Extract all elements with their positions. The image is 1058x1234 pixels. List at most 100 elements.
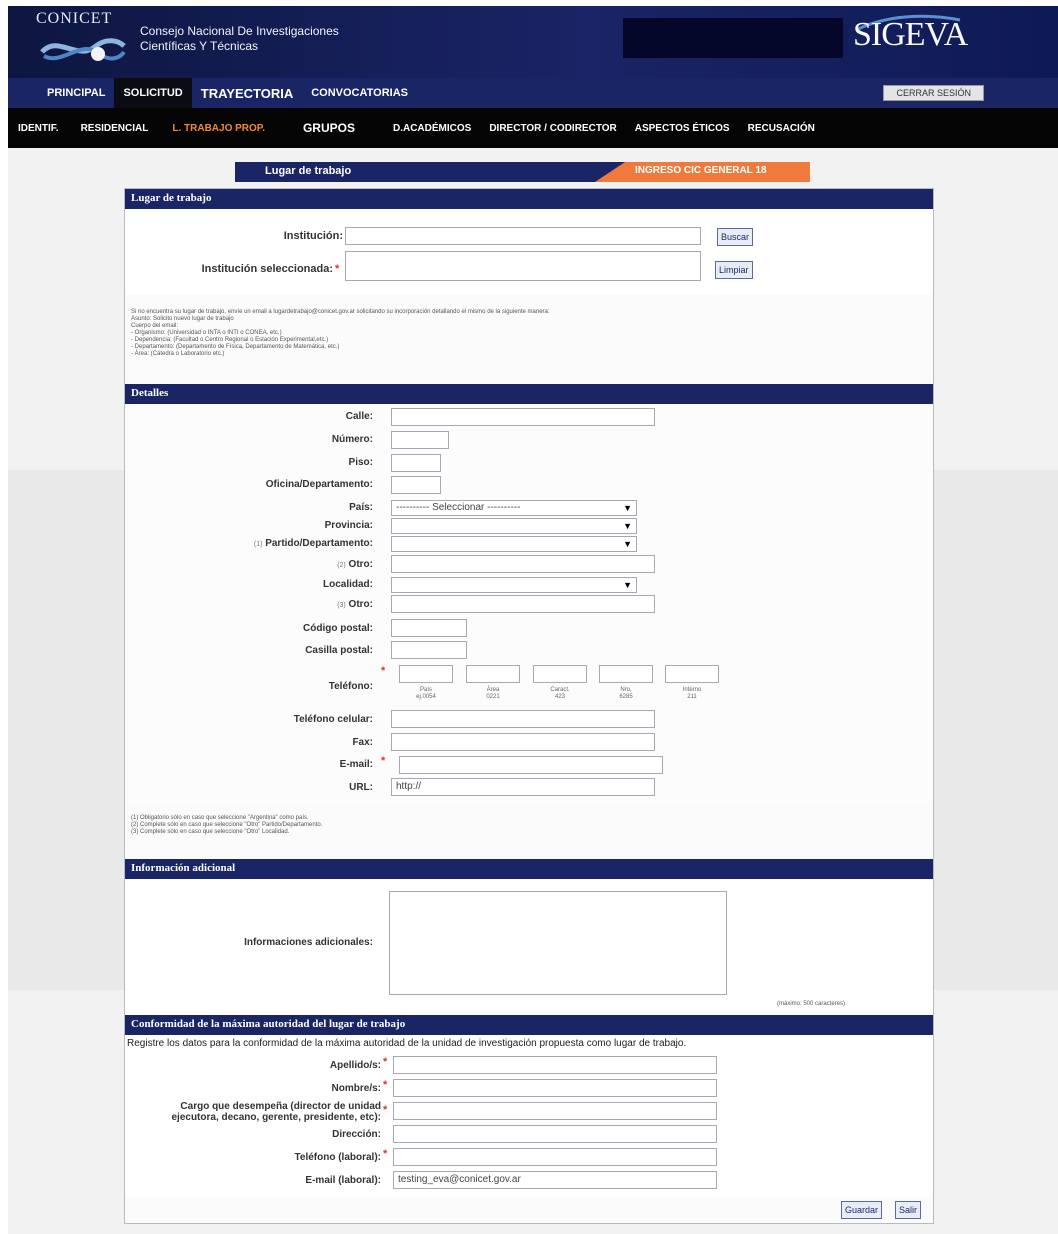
telefono-laboral-input[interactable] bbox=[393, 1148, 717, 1166]
pais-select[interactable]: ---------- Seleccionar ---------- ▼ bbox=[391, 500, 637, 516]
header-banner: CONICET Consejo Nacional De Investigacio… bbox=[8, 6, 1058, 78]
call-name: INGRESO CIC GENERAL 18 bbox=[635, 165, 767, 176]
info-adicional-label: Informaciones adicionales: bbox=[244, 937, 373, 948]
url-input[interactable]: http:// bbox=[391, 778, 655, 796]
conicet-logo-icon bbox=[40, 38, 126, 61]
form-panel: Lugar de trabajo Institución: Buscar Ins… bbox=[124, 188, 934, 1224]
apellidos-label: Apellido/s: bbox=[329, 1060, 381, 1071]
nombres-input[interactable] bbox=[393, 1079, 717, 1097]
tab-identificacion[interactable]: IDENTIF. bbox=[18, 123, 59, 134]
nav-principal[interactable]: PRINCIPAL bbox=[38, 78, 114, 108]
telefono-interno-input[interactable] bbox=[665, 665, 719, 683]
telefono-pais-input[interactable] bbox=[399, 665, 453, 683]
tab-director[interactable]: DIRECTOR / CODIRECTOR bbox=[489, 123, 616, 134]
piso-input[interactable] bbox=[391, 454, 441, 472]
otro-partido-input[interactable] bbox=[391, 555, 655, 573]
telefono-celular-input[interactable] bbox=[391, 710, 655, 728]
nav-solicitud[interactable]: SOLICITUD bbox=[114, 78, 192, 108]
limpiar-button[interactable]: Limpiar bbox=[715, 261, 753, 279]
detalles-footnotes: (1) Obligatorio sólo en caso que selecci… bbox=[131, 815, 323, 835]
localidad-select[interactable]: ▼ bbox=[391, 577, 637, 593]
direccion-input[interactable] bbox=[393, 1125, 717, 1143]
chevron-down-icon: ▼ bbox=[623, 503, 632, 513]
tab-recusacion[interactable]: RECUSACIÓN bbox=[748, 123, 815, 134]
tel-pais-hint: País ej.0054 bbox=[416, 687, 436, 700]
required-marker: * bbox=[383, 1148, 388, 1160]
calle-label: Calle: bbox=[345, 411, 373, 422]
tab-lugar-trabajo[interactable]: L. TRABAJO PROP. bbox=[172, 123, 265, 134]
otro-localidad-label: (3) Otro: bbox=[337, 599, 373, 610]
provincia-label: Provincia: bbox=[324, 520, 373, 531]
email-label: E-mail: bbox=[339, 759, 373, 770]
telefono-label: Teléfono: bbox=[328, 681, 373, 692]
lugar-help-note: Si no encuentra su lugar de trabajo, env… bbox=[131, 309, 550, 357]
telefono-laboral-label: Teléfono (laboral): bbox=[294, 1152, 381, 1163]
casilla-postal-input[interactable] bbox=[391, 641, 467, 659]
section-header-lugar: Lugar de trabajo bbox=[125, 189, 933, 209]
fax-label: Fax: bbox=[352, 737, 373, 748]
guardar-button[interactable]: Guardar bbox=[841, 1201, 883, 1219]
provincia-select[interactable]: ▼ bbox=[391, 518, 637, 534]
oficina-input[interactable] bbox=[391, 476, 441, 494]
organization-name: Consejo Nacional De Investigaciones Cien… bbox=[140, 24, 339, 53]
page-title: Lugar de trabajo bbox=[265, 165, 352, 177]
tab-grupos[interactable]: GRUPOS bbox=[303, 121, 355, 135]
telefono-area-input[interactable] bbox=[466, 665, 520, 683]
email-input[interactable] bbox=[399, 756, 663, 774]
telefono-celular-label: Teléfono celular: bbox=[293, 714, 373, 725]
casilla-postal-label: Casilla postal: bbox=[305, 645, 373, 656]
tab-academicos[interactable]: D.ACADÉMICOS bbox=[393, 123, 471, 134]
section-header-conformidad: Conformidad de la máxima autoridad del l… bbox=[125, 1015, 933, 1035]
nav-trayectoria[interactable]: TRAYECTORIA bbox=[192, 78, 302, 108]
fax-input[interactable] bbox=[391, 733, 655, 751]
partido-select[interactable]: ▼ bbox=[391, 536, 637, 552]
nombres-label: Nombre/s: bbox=[331, 1083, 381, 1094]
tel-caract-hint: Caract. 423 bbox=[550, 687, 570, 700]
calle-input[interactable] bbox=[391, 408, 655, 426]
max-chars-hint: (máximo: 500 caracteres) bbox=[777, 1001, 846, 1007]
tab-residencial[interactable]: RESIDENCIAL bbox=[81, 123, 149, 134]
buscar-button[interactable]: Buscar bbox=[717, 228, 754, 246]
required-marker: * bbox=[383, 1104, 388, 1116]
telefono-caract-input[interactable] bbox=[533, 665, 587, 683]
codigo-postal-input[interactable] bbox=[391, 619, 467, 637]
apellidos-input[interactable] bbox=[393, 1056, 717, 1074]
numero-label: Número: bbox=[331, 434, 373, 445]
conicet-logo-text: CONICET bbox=[36, 10, 113, 27]
required-marker: * bbox=[381, 665, 386, 677]
direccion-label: Dirección: bbox=[332, 1129, 381, 1140]
email-laboral-label: E-mail (laboral): bbox=[305, 1175, 381, 1186]
telefono-nro-input[interactable] bbox=[599, 665, 653, 683]
pais-label: País: bbox=[349, 502, 373, 513]
partido-label: (1) Partido/Departamento: bbox=[253, 538, 373, 549]
cargo-input[interactable] bbox=[393, 1102, 717, 1120]
required-marker: * bbox=[381, 755, 386, 767]
info-adicional-textarea[interactable] bbox=[389, 891, 727, 995]
salir-button[interactable]: Salir bbox=[895, 1201, 922, 1219]
url-label: URL: bbox=[349, 782, 373, 793]
oficina-label: Oficina/Departamento: bbox=[265, 479, 373, 490]
chevron-down-icon: ▼ bbox=[623, 521, 632, 531]
section-header-info-adicional: Información adicional bbox=[125, 859, 933, 879]
header-dark-block bbox=[623, 18, 843, 58]
otro-localidad-input[interactable] bbox=[391, 595, 655, 613]
institucion-input[interactable] bbox=[345, 227, 701, 245]
numero-input[interactable] bbox=[391, 431, 449, 449]
conformidad-intro: Registre los datos para la conformidad d… bbox=[127, 1038, 687, 1049]
otro-partido-label: (2) Otro: bbox=[337, 559, 373, 570]
page-title-bar: Lugar de trabajo INGRESO CIC GENERAL 18 bbox=[235, 162, 810, 182]
nav-convocatorias[interactable]: CONVOCATORIAS bbox=[302, 78, 417, 108]
localidad-label: Localidad: bbox=[322, 579, 373, 590]
institucion-label: Institución: bbox=[283, 230, 343, 242]
tab-aspectos-eticos[interactable]: ASPECTOS ÉTICOS bbox=[635, 123, 730, 134]
tel-interno-hint: Interno 211 bbox=[682, 687, 702, 700]
main-nav: PRINCIPAL SOLICITUD TRAYECTORIA CONVOCAT… bbox=[8, 78, 1058, 108]
institucion-seleccionada-field[interactable] bbox=[345, 251, 701, 281]
sigeva-brand: SIGEVA bbox=[853, 16, 968, 53]
sub-nav: IDENTIF. RESIDENCIAL L. TRABAJO PROP. GR… bbox=[8, 108, 1058, 148]
email-laboral-input[interactable]: testing_eva@conicet.gov.ar bbox=[393, 1171, 717, 1189]
call-badge: INGRESO CIC GENERAL 18 bbox=[595, 162, 810, 182]
cargo-label: Cargo que desempeña (director de unidad e… bbox=[171, 1101, 381, 1123]
logout-button[interactable]: CERRAR SESIÓN bbox=[883, 85, 984, 101]
tel-area-hint: Área 0221 bbox=[486, 687, 500, 700]
